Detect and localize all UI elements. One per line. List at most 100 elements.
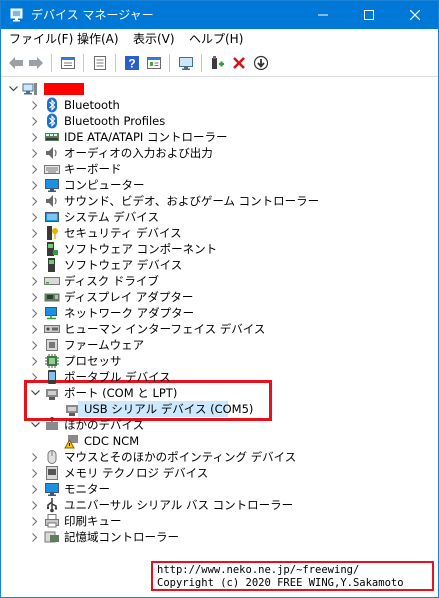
- tree-category[interactable]: ヒューマン インターフェイス デバイス: [30, 321, 265, 337]
- stamp-url: http://www.neko.ne.jp/~freewing/: [157, 564, 360, 576]
- root-name-redacted: [44, 83, 84, 95]
- tree-category[interactable]: セキュリティ デバイス: [30, 225, 182, 241]
- tree-category[interactable]: ソフトウェア デバイス: [30, 257, 182, 273]
- driver-button[interactable]: [90, 53, 110, 73]
- warning-device-icon: [64, 433, 80, 449]
- tree-category[interactable]: サウンド、ビデオ、およびゲーム コントローラー: [30, 193, 319, 209]
- back-icon: [9, 57, 23, 69]
- chevron-right-icon[interactable]: [30, 321, 40, 337]
- help-button[interactable]: ?: [122, 53, 142, 73]
- menu-help[interactable]: ヘルプ(H): [189, 31, 243, 47]
- back-button[interactable]: [6, 53, 26, 73]
- chevron-right-icon[interactable]: [30, 529, 40, 545]
- tree-category[interactable]: プロセッサ: [30, 353, 122, 369]
- tree-category[interactable]: Bluetooth Profiles: [30, 113, 165, 129]
- tree-item-label: Bluetooth: [64, 98, 120, 112]
- properties-icon: [61, 57, 75, 69]
- tree-item-label: キーボード: [64, 162, 122, 176]
- tree-category[interactable]: ファームウェア: [30, 337, 144, 353]
- tree-category[interactable]: オーディオの入力および出力: [30, 145, 213, 161]
- tree-item-label: Bluetooth Profiles: [64, 114, 166, 128]
- tree-category[interactable]: IDE ATA/ATAPI コントローラー: [30, 129, 227, 145]
- tree-category[interactable]: ディスク ドライブ: [30, 273, 159, 289]
- chevron-right-icon[interactable]: [30, 449, 40, 465]
- chevron-right-icon[interactable]: [30, 177, 40, 193]
- device-manager-window: デバイス マネージャー ファイル(F) 操作(A) 表示(V) ヘルプ(H) ?…: [0, 0, 439, 598]
- tree-category[interactable]: 印刷キュー: [30, 513, 122, 529]
- menu-action[interactable]: 操作(A): [77, 31, 119, 47]
- device-tree[interactable]: Bluetooth Bluetooth Profiles IDE ATA/ATAPI…: [2, 78, 437, 597]
- maximize-icon: [364, 10, 374, 20]
- tree-item-label: マウスとそのほかのポインティング デバイス: [64, 450, 297, 464]
- chevron-right-icon[interactable]: [30, 513, 40, 529]
- chevron-right-icon[interactable]: [30, 273, 40, 289]
- ide-controller-icon: [44, 129, 60, 145]
- close-button[interactable]: [392, 1, 438, 29]
- toolbar: ?: [1, 49, 438, 77]
- chevron-right-icon[interactable]: [30, 497, 40, 513]
- tree-category[interactable]: モニター: [30, 481, 110, 497]
- tree-category[interactable]: ポータブル デバイス: [30, 369, 171, 385]
- menu-view[interactable]: 表示(V): [133, 31, 175, 47]
- chevron-right-icon[interactable]: [30, 481, 40, 497]
- view-button[interactable]: [144, 53, 164, 73]
- properties-button[interactable]: [58, 53, 78, 73]
- tree-category[interactable]: ? ほかのデバイス: [30, 417, 144, 433]
- usb-icon: [44, 497, 60, 513]
- tree-category[interactable]: メモリ テクノロジ デバイス: [30, 465, 208, 481]
- chevron-right-icon[interactable]: [30, 193, 40, 209]
- tree-category[interactable]: システム デバイス: [30, 209, 159, 225]
- chevron-right-icon[interactable]: [30, 225, 40, 241]
- chevron-right-icon[interactable]: [30, 145, 40, 161]
- update-driver-button[interactable]: [251, 53, 271, 73]
- title-bar[interactable]: デバイス マネージャー: [1, 1, 438, 29]
- toolbar-separator: [201, 54, 202, 72]
- tree-category[interactable]: マウスとそのほかのポインティング デバイス: [30, 449, 296, 465]
- software-device-icon: [44, 257, 60, 273]
- tree-category[interactable]: コンピューター: [30, 177, 145, 193]
- tree-item-label: ユニバーサル シリアル バス コントローラー: [64, 498, 294, 512]
- tree-root[interactable]: [8, 81, 84, 97]
- maximize-button[interactable]: [346, 1, 392, 29]
- menu-file[interactable]: ファイル(F): [9, 31, 73, 47]
- chevron-right-icon[interactable]: [30, 353, 40, 369]
- tree-category[interactable]: ネットワーク アダプター: [30, 305, 194, 321]
- toolbar-separator: [83, 54, 84, 72]
- tree-category[interactable]: ディスプレイ アダプター: [30, 289, 193, 305]
- chevron-right-icon[interactable]: [30, 289, 40, 305]
- tree-category[interactable]: ソフトウェア コンポーネント: [30, 241, 217, 257]
- scan-hardware-button[interactable]: [176, 53, 196, 73]
- chevron-right-icon[interactable]: [30, 161, 40, 177]
- chevron-right-icon[interactable]: [30, 241, 40, 257]
- forward-button[interactable]: [26, 53, 46, 73]
- processor-icon: [44, 353, 60, 369]
- toolbar-separator: [115, 54, 116, 72]
- chevron-right-icon[interactable]: [30, 337, 40, 353]
- tree-item-label: サウンド、ビデオ、およびゲーム コントローラー: [64, 194, 320, 208]
- chevron-right-icon[interactable]: [30, 97, 40, 113]
- tree-item-label: プロセッサ: [64, 354, 122, 368]
- chevron-right-icon[interactable]: [30, 305, 40, 321]
- minimize-button[interactable]: [300, 1, 346, 29]
- tree-device[interactable]: CDC NCM: [50, 433, 139, 449]
- add-driver-button[interactable]: [207, 53, 227, 73]
- tree-category[interactable]: ユニバーサル シリアル バス コントローラー: [30, 497, 293, 513]
- storage-controller-icon: [44, 529, 60, 545]
- uninstall-button[interactable]: [229, 53, 249, 73]
- tree-item-label: ほかのデバイス: [64, 418, 145, 432]
- tree-category[interactable]: ポート (COM と LPT): [30, 385, 177, 401]
- chevron-down-icon[interactable]: [8, 81, 18, 97]
- chevron-right-icon[interactable]: [30, 129, 40, 145]
- firmware-icon: [44, 337, 60, 353]
- chevron-right-icon[interactable]: [30, 113, 40, 129]
- view-icon: [147, 57, 161, 69]
- tree-category[interactable]: 記憶域コントローラー: [30, 529, 179, 545]
- chevron-right-icon[interactable]: [30, 209, 40, 225]
- chevron-right-icon[interactable]: [30, 257, 40, 273]
- tree-category[interactable]: キーボード: [30, 161, 122, 177]
- chevron-right-icon[interactable]: [30, 465, 40, 481]
- tree-category[interactable]: Bluetooth: [30, 97, 120, 113]
- portable-device-icon: [44, 369, 60, 385]
- uninstall-icon: [233, 57, 245, 69]
- add-driver-icon: [212, 56, 224, 69]
